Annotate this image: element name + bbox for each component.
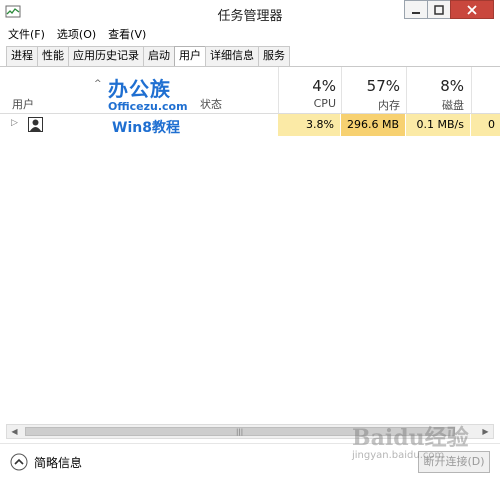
watermark-win8: Win8教程 [112, 120, 180, 136]
disk-cell: 0.1 MB/s [406, 114, 470, 136]
tab-services[interactable]: 服务 [258, 46, 290, 66]
column-user[interactable]: 用户 [12, 96, 34, 112]
table-row[interactable]: ▷ 3.8% 296.6 MB 0.1 MB/s 0 [0, 114, 500, 136]
tab-performance[interactable]: 性能 [37, 46, 69, 66]
memory-label: 内存 [378, 99, 400, 112]
tab-users[interactable]: 用户 [174, 46, 206, 67]
minimize-button[interactable] [404, 0, 428, 19]
column-header: ^ 用户 状态 4% CPU 57% 内存 8% 磁盘 [0, 67, 500, 113]
sort-up-icon[interactable]: ^ [94, 79, 102, 89]
disk-label: 磁盘 [442, 99, 464, 112]
tab-processes[interactable]: 进程 [6, 46, 38, 66]
grip-icon: ||| [236, 428, 244, 436]
officezu-watermark: 办公族 Officezu.com [108, 73, 188, 113]
baidu-watermark-url: jingyan.baidu.com [352, 450, 445, 461]
scroll-left-icon[interactable]: ◀ [7, 425, 22, 438]
memory-total: 57% [366, 77, 400, 95]
menu-view[interactable]: 查看(V) [108, 26, 146, 44]
disk-total: 8% [440, 77, 464, 95]
close-icon [467, 4, 477, 15]
fewer-details-label: 简略信息 [34, 455, 83, 470]
column-status[interactable]: 状态 [200, 96, 222, 112]
minimize-icon [412, 11, 420, 14]
cpu-cell: 3.8% [278, 114, 340, 136]
maximize-icon [434, 4, 444, 15]
watermark-site: Officezu.com [108, 100, 188, 113]
menu-options[interactable]: 选项(O) [57, 26, 96, 44]
column-disk[interactable]: 8% 磁盘 [394, 77, 464, 113]
menu-bar: 文件(F) 选项(O) 查看(V) [0, 26, 500, 44]
tab-details[interactable]: 详细信息 [205, 46, 259, 66]
tab-startup[interactable]: 启动 [143, 46, 175, 66]
close-button[interactable] [450, 0, 494, 19]
baidu-watermark: Baidu经验 [352, 425, 469, 451]
expand-icon[interactable]: ▷ [11, 118, 18, 128]
window-controls [404, 0, 494, 20]
user-avatar-icon [28, 117, 43, 132]
memory-cell: 296.6 MB [341, 114, 405, 136]
menu-file[interactable]: 文件(F) [8, 26, 45, 44]
maximize-button[interactable] [427, 0, 451, 19]
chevron-up-icon [10, 453, 28, 471]
cpu-label: CPU [313, 97, 336, 110]
tab-app-history[interactable]: 应用历史记录 [68, 46, 144, 66]
cpu-total: 4% [312, 77, 336, 95]
fewer-details-button[interactable]: 简略信息 [10, 453, 82, 471]
tab-strip: 进程 性能 应用历史记录 启动 用户 详细信息 服务 [6, 46, 290, 67]
scroll-right-icon[interactable]: ▶ [478, 425, 493, 438]
title-bar: 任务管理器 [0, 0, 500, 26]
watermark-main: 办公族 [108, 77, 171, 101]
network-cell: 0 [471, 114, 500, 136]
column-divider [471, 67, 472, 113]
column-memory[interactable]: 57% 内存 [330, 77, 400, 113]
column-cpu[interactable]: 4% CPU [266, 77, 336, 110]
